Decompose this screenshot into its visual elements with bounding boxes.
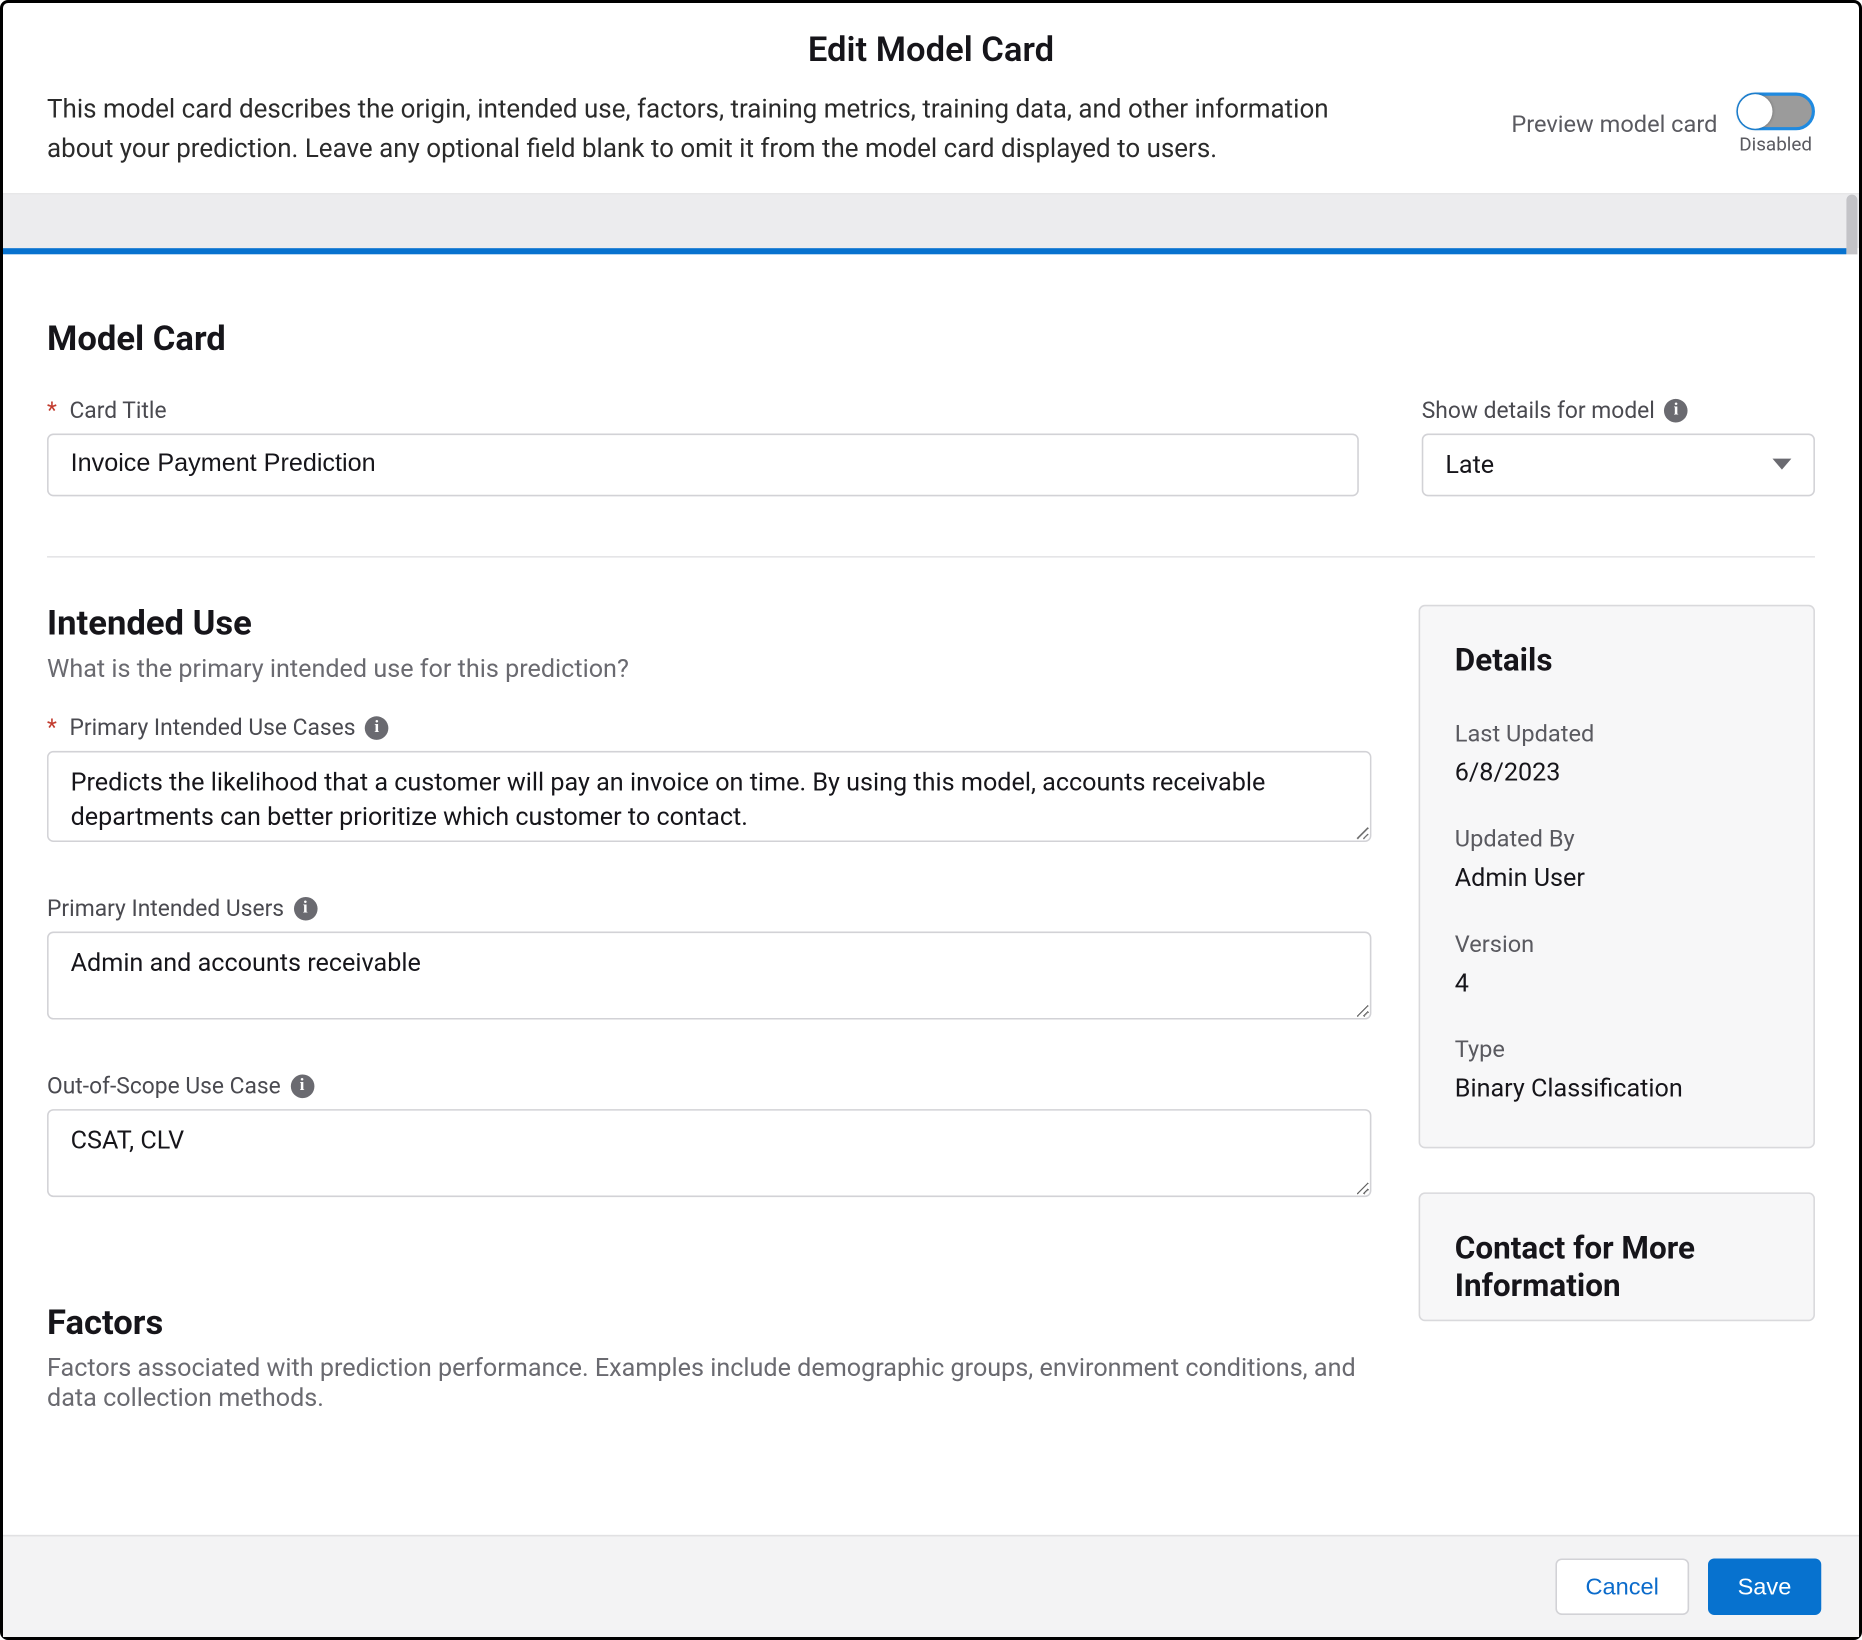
version-label: Version (1455, 929, 1779, 957)
content-scroll-area[interactable]: Model Card * Card Title Show details for… (3, 254, 1859, 1473)
dialog-footer: Cancel Save (3, 1535, 1859, 1637)
save-button[interactable]: Save (1708, 1558, 1822, 1615)
card-title-input[interactable] (47, 433, 1359, 496)
gray-strip (3, 194, 1859, 247)
toggle-knob (1738, 94, 1773, 129)
updated-by-value: Admin User (1455, 862, 1779, 892)
version-value: 4 (1455, 967, 1779, 997)
factors-heading: Factors (47, 1303, 1371, 1342)
primary-use-label: Primary Intended Use Cases (69, 714, 355, 741)
primary-use-textarea[interactable] (47, 750, 1371, 841)
contact-panel-title: Contact for More Information (1455, 1228, 1779, 1303)
section-intended-use: Intended Use What is the primary intende… (47, 604, 1371, 1412)
out-of-scope-textarea[interactable] (47, 1108, 1371, 1196)
required-asterisk: * (47, 397, 57, 424)
type-label: Type (1455, 1034, 1779, 1062)
factors-subtitle: Factors associated with prediction perfo… (47, 1352, 1371, 1412)
details-panel: Details Last Updated 6/8/2023 Updated By… (1419, 604, 1815, 1148)
last-updated-value: 6/8/2023 (1455, 756, 1779, 786)
primary-users-textarea[interactable] (47, 931, 1371, 1019)
out-of-scope-label: Out-of-Scope Use Case (47, 1072, 281, 1099)
required-asterisk: * (47, 714, 57, 741)
dialog-title: Edit Model Card (3, 3, 1859, 93)
card-title-label: Card Title (69, 397, 166, 424)
info-icon[interactable]: i (1664, 398, 1688, 422)
section-model-card: Model Card * Card Title Show details for… (3, 254, 1859, 557)
primary-users-label: Primary Intended Users (47, 895, 284, 922)
show-details-field: Show details for model i Late (1422, 397, 1815, 496)
intended-use-subtitle: What is the primary intended use for thi… (47, 653, 1371, 683)
show-details-selected: Late (1445, 449, 1494, 479)
card-title-field: * Card Title (47, 397, 1359, 496)
info-icon[interactable]: i (365, 716, 389, 740)
preview-toggle-block: Preview model card Disabled (1511, 93, 1815, 156)
preview-label: Preview model card (1511, 110, 1717, 138)
show-details-select[interactable]: Late (1422, 433, 1815, 496)
cancel-button[interactable]: Cancel (1556, 1558, 1689, 1615)
intended-use-heading: Intended Use (47, 604, 1371, 643)
details-panel-title: Details (1455, 640, 1779, 678)
header-info-row: This model card describes the origin, in… (3, 93, 1859, 194)
model-card-heading: Model Card (47, 320, 1815, 359)
updated-by-label: Updated By (1455, 824, 1779, 852)
type-value: Binary Classification (1455, 1072, 1779, 1102)
contact-panel: Contact for More Information (1419, 1192, 1815, 1321)
info-icon[interactable]: i (294, 896, 318, 920)
chevron-down-icon (1772, 459, 1791, 470)
info-icon[interactable]: i (290, 1074, 314, 1098)
preview-toggle[interactable] (1736, 93, 1815, 131)
toggle-state-label: Disabled (1739, 133, 1812, 155)
header-description: This model card describes the origin, in… (47, 93, 1400, 171)
last-updated-label: Last Updated (1455, 719, 1779, 747)
show-details-label: Show details for model (1422, 397, 1655, 424)
